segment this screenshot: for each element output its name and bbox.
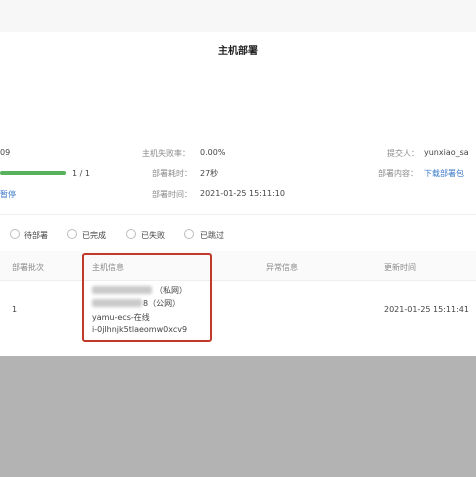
dialog-title: 主机部署 [218,46,258,57]
progress-fill [0,171,66,175]
content-label: 部署内容： [378,169,418,178]
pause-link[interactable]: 暂停 [0,189,16,200]
header-batch: 部署批次 [12,263,44,272]
filter-completed-radio[interactable] [67,229,77,239]
progress-text: 1 / 1 [72,169,90,178]
filter-skipped-radio[interactable] [184,229,194,239]
row-batch: 1 [12,305,18,314]
submitter-label: 提交人： [387,149,419,158]
failure-rate-label: 主机失败率： [142,149,190,158]
background-top [0,0,476,32]
filter-failed-radio[interactable] [126,229,136,239]
deploy-time-label: 部署时间： [152,190,192,199]
download-package-link[interactable]: 下载部署包 [424,168,464,179]
filter-failed-label[interactable]: 已失败 [141,230,165,241]
duration-value: 27秒 [200,169,219,178]
host-info-highlight [82,253,212,342]
failure-rate-value: 0.00% [200,148,226,157]
background-bottom [0,356,476,477]
filter-pending-radio[interactable] [10,229,20,239]
submitter-value: yunxiao_sa [424,148,469,157]
progress-bar [0,171,66,175]
deployment-id: 09 [0,148,11,157]
header-updated-time: 更新时间 [384,263,416,272]
filter-pending-label[interactable]: 待部署 [24,230,48,241]
filter-skipped-label[interactable]: 已跳过 [200,230,224,241]
summary-divider [0,214,476,215]
filter-completed-label[interactable]: 已完成 [82,230,106,241]
header-divider [0,280,476,281]
deploy-time-value: 2021-01-25 15:11:10 [200,189,285,198]
duration-label: 部署耗时： [152,169,192,178]
header-error-info: 异常信息 [266,263,298,272]
row-updated-time: 2021-01-25 15:11:41 [384,305,469,314]
